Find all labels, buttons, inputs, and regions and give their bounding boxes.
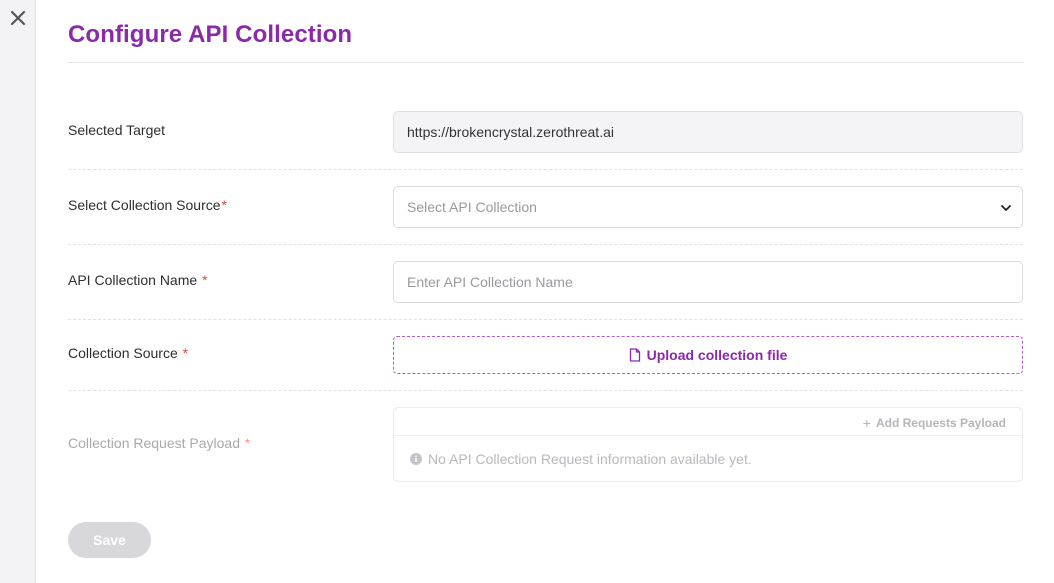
page-title: Configure API Collection xyxy=(68,21,353,48)
selected-target-label-text: Selected Target xyxy=(68,122,166,138)
chevron-down-icon xyxy=(1001,205,1011,211)
empty-state-text: No API Collection Request information av… xyxy=(428,451,752,467)
upload-collection-file-label: Upload collection file xyxy=(646,347,788,363)
collection-name-input[interactable]: Enter API Collection Name xyxy=(393,261,1023,303)
request-payload-panel: + Add Requests Payload No API Collection… xyxy=(393,407,1023,482)
collection-source-label: Collection Source * xyxy=(68,345,188,361)
add-requests-payload-button[interactable]: + Add Requests Payload xyxy=(863,415,1006,431)
collection-source-label-text: Collection Source xyxy=(68,345,178,361)
selected-target-field: https://brokencrystal.zerothreat.ai xyxy=(393,111,1023,153)
save-button[interactable]: Save xyxy=(68,522,151,558)
side-rail xyxy=(0,0,36,583)
configure-api-collection-panel: Configure API Collection Selected Target… xyxy=(68,0,1023,583)
empty-state-message: No API Collection Request information av… xyxy=(410,451,752,467)
row-divider xyxy=(68,390,1023,391)
row-divider xyxy=(68,169,1023,170)
request-payload-label-text: Collection Request Payload xyxy=(68,435,240,451)
required-mark: * xyxy=(221,197,227,213)
close-button[interactable] xyxy=(6,6,30,30)
request-payload-label: Collection Request Payload * xyxy=(68,435,250,451)
required-mark: * xyxy=(202,272,208,288)
plus-icon: + xyxy=(862,415,871,431)
add-requests-payload-label: Add Requests Payload xyxy=(875,416,1006,430)
collection-source-select-label: Select Collection Source* xyxy=(68,197,227,213)
required-mark: * xyxy=(244,435,251,451)
close-icon xyxy=(10,10,26,26)
collection-name-placeholder: Enter API Collection Name xyxy=(407,274,573,290)
request-payload-header: + Add Requests Payload xyxy=(394,408,1022,436)
file-icon xyxy=(629,348,640,362)
row-divider xyxy=(68,244,1023,245)
title-divider xyxy=(68,62,1023,63)
info-icon xyxy=(410,453,422,465)
upload-collection-file-button[interactable]: Upload collection file xyxy=(393,336,1023,374)
selected-target-label: Selected Target xyxy=(68,122,165,138)
collection-source-placeholder: Select API Collection xyxy=(407,199,537,215)
collection-name-label: API Collection Name * xyxy=(68,272,208,288)
selected-target-value: https://brokencrystal.zerothreat.ai xyxy=(407,124,614,140)
required-mark: * xyxy=(182,345,189,361)
row-divider xyxy=(68,319,1023,320)
collection-source-select-label-text: Select Collection Source xyxy=(68,197,221,213)
collection-source-dropdown[interactable]: Select API Collection xyxy=(393,186,1023,228)
collection-name-label-text: API Collection Name xyxy=(68,272,198,288)
